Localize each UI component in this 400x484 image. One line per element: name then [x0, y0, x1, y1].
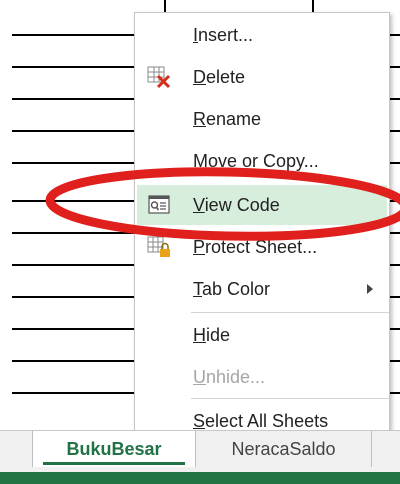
submenu-arrow-icon — [367, 284, 373, 294]
menu-item-rename[interactable]: Rename — [137, 99, 387, 139]
menu-item-label: Select All Sheets — [193, 410, 329, 431]
menu-item-label: Delete — [193, 66, 246, 87]
status-bar — [0, 472, 400, 484]
menu-item-unhide: Unhide... — [137, 357, 387, 397]
menu-item-view-code[interactable]: View Code — [137, 185, 387, 225]
protect-sheet-icon — [139, 227, 179, 267]
delete-sheet-icon — [139, 57, 179, 97]
menu-separator — [191, 398, 389, 399]
menu-item-label: Tab Color — [193, 278, 271, 299]
menu-item-hide[interactable]: Hide — [137, 315, 387, 355]
view-code-icon — [139, 185, 179, 225]
menu-item-label: Unhide... — [193, 366, 266, 387]
sheet-tab-neracasaldo[interactable]: NeracaSaldo — [196, 431, 372, 467]
sheet-tab-bar: BukuBesar NeracaSaldo — [0, 430, 400, 484]
menu-item-insert[interactable]: Insert... — [137, 15, 387, 55]
menu-item-label: Hide — [193, 324, 231, 345]
sheet-tab-context-menu: Insert... Delete Rename Move or Copy... — [134, 12, 390, 441]
menu-item-label: Move or Copy... — [193, 150, 319, 171]
menu-item-label: View Code — [193, 194, 280, 215]
menu-item-delete[interactable]: Delete — [137, 57, 387, 97]
menu-item-label: Protect Sheet... — [193, 236, 318, 257]
menu-item-label: Rename — [193, 108, 262, 129]
sheet-tab-label: NeracaSaldo — [231, 438, 336, 459]
menu-item-move-or-copy[interactable]: Move or Copy... — [137, 141, 387, 181]
sheet-tab-label: BukuBesar — [66, 438, 162, 459]
menu-item-tab-color[interactable]: Tab Color — [137, 269, 387, 309]
menu-item-label: Insert... — [193, 24, 254, 45]
sheet-tab-bukubesar[interactable]: BukuBesar — [32, 431, 196, 467]
menu-item-protect-sheet[interactable]: Protect Sheet... — [137, 227, 387, 267]
menu-separator — [191, 312, 389, 313]
